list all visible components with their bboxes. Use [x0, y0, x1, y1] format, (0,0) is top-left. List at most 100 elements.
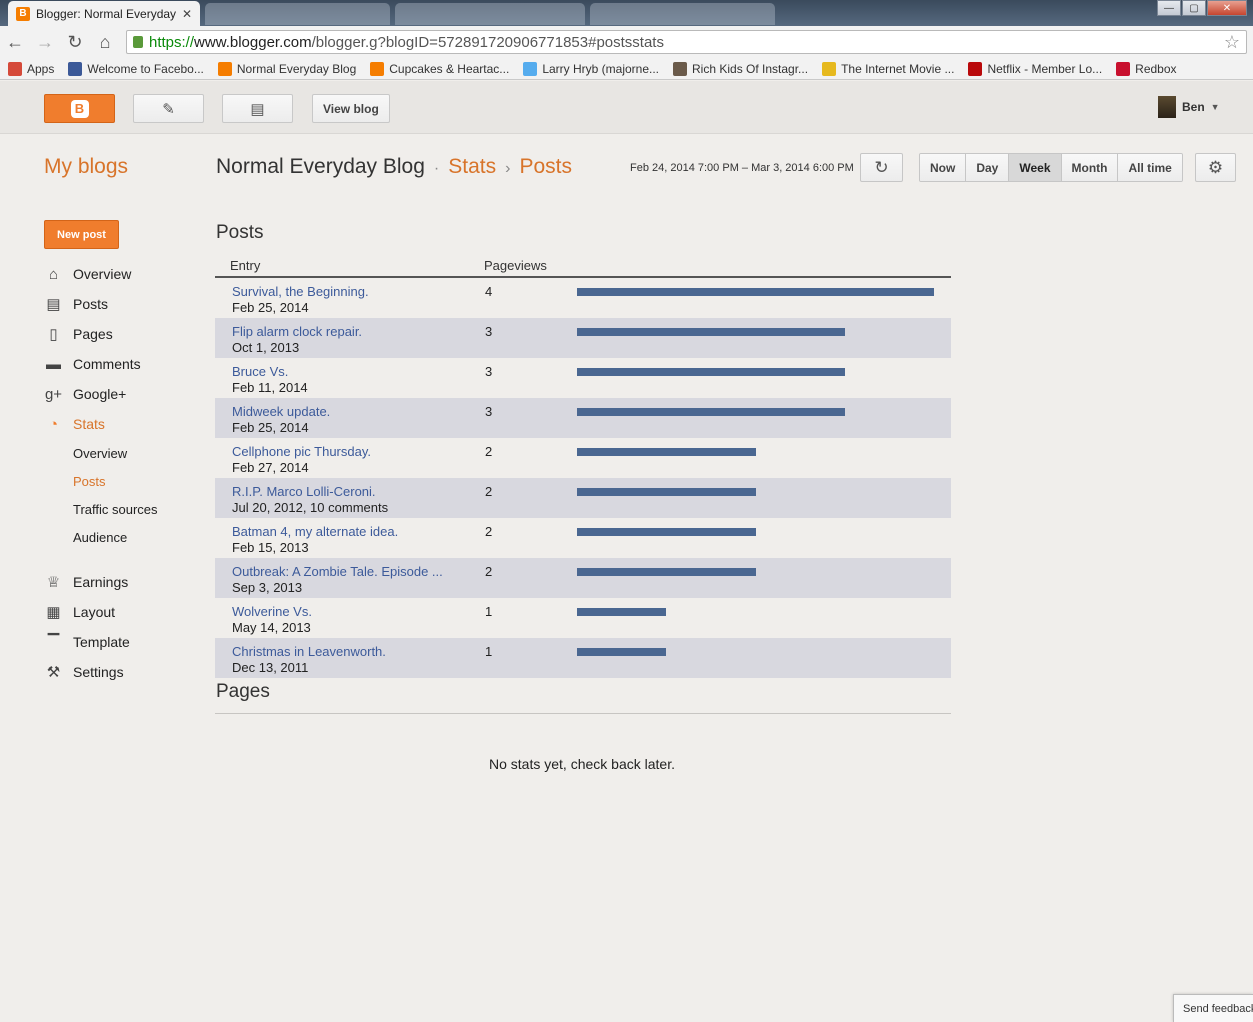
image-icon — [673, 61, 688, 76]
post-title-link[interactable]: Batman 4, my alternate idea. — [232, 524, 398, 539]
sidebar-item-comments[interactable]: ▬ Comments — [44, 349, 204, 379]
browser-tab-inactive[interactable] — [205, 3, 390, 25]
bookmark-label: Redbox — [1135, 61, 1177, 76]
gear-icon: ⚙ — [1207, 157, 1224, 177]
post-title-link[interactable]: Cellphone pic Thursday. — [232, 444, 371, 459]
breadcrumb-separator: › — [505, 160, 511, 177]
table-row: Midweek update. Feb 25, 2014 3 — [215, 398, 951, 438]
bookmark-item[interactable]: Larry Hryb (majorne... — [523, 61, 660, 76]
window-controls: — ▢ ✕ — [1157, 0, 1247, 16]
bookmark-item[interactable]: Redbox — [1116, 61, 1177, 76]
post-title-link[interactable]: Outbreak: A Zombie Tale. Episode ... — [232, 564, 443, 579]
table-body: Survival, the Beginning. Feb 25, 2014 4 Fli… — [215, 278, 951, 678]
range-button-day[interactable]: Day — [965, 154, 1009, 181]
bookmark-item[interactable]: Normal Everyday Blog — [217, 61, 356, 76]
post-title-link[interactable]: Christmas in Leavenworth. — [232, 644, 386, 659]
breadcrumb-separator: · — [433, 160, 440, 177]
pie-chart-icon: ◔ — [48, 415, 59, 433]
home-icon: ⌂ — [48, 265, 59, 283]
bookmark-label: Larry Hryb (majorne... — [542, 61, 660, 76]
new-post-pencil-button[interactable]: ✎ — [133, 94, 204, 123]
sidebar-item-earnings[interactable]: ♕ Earnings — [44, 567, 204, 597]
pageview-count: 2 — [485, 444, 493, 459]
sidebar-item-google[interactable]: g+ Google+ — [44, 379, 204, 409]
range-button-now[interactable]: Now — [920, 154, 966, 181]
minimize-icon[interactable]: — — [1157, 0, 1181, 16]
range-button-all-time[interactable]: All time — [1117, 154, 1182, 181]
sidebar-item-stats[interactable]: ◔ Stats — [44, 409, 204, 439]
view-posts-button[interactable]: ▤ — [222, 94, 293, 123]
send-feedback-button[interactable]: Send feedback — [1173, 994, 1253, 1022]
range-button-week[interactable]: Week — [1008, 154, 1061, 181]
blogger-icon — [370, 61, 385, 76]
bookmark-item[interactable]: Apps — [8, 61, 54, 76]
sidebar-item-template[interactable]: ▔ Template — [44, 627, 204, 657]
refresh-button[interactable]: ↻ — [860, 153, 903, 182]
forward-arrow-icon[interactable]: → — [36, 32, 54, 53]
window-close-icon[interactable]: ✕ — [1207, 0, 1247, 16]
view-blog-button[interactable]: View blog — [312, 94, 390, 123]
browser-tab-inactive[interactable] — [590, 3, 775, 25]
home-icon[interactable]: ⌂ — [96, 32, 114, 53]
pageview-bar — [577, 328, 845, 336]
time-range-selector: Now Day Week Month All time — [919, 153, 1183, 182]
sidebar-item-posts[interactable]: ▤ Posts — [44, 289, 204, 319]
maximize-icon[interactable]: ▢ — [1182, 0, 1206, 16]
sidebar-item-pages[interactable]: ▯ Pages — [44, 319, 204, 349]
pageview-count: 3 — [485, 364, 493, 379]
account-menu[interactable]: Ben ▼ — [1158, 96, 1220, 118]
new-post-button[interactable]: New post — [44, 220, 119, 249]
breadcrumb-stats-link[interactable]: Stats — [448, 155, 496, 179]
sidebar-item-overview[interactable]: ⌂ Overview — [44, 259, 204, 289]
refresh-icon: ↻ — [874, 157, 889, 177]
blogger-favicon-icon: B — [16, 6, 30, 21]
pages-icon: ▯ — [49, 326, 58, 343]
wrench-icon: ⚒ — [46, 664, 61, 681]
bookmark-item[interactable]: The Internet Movie ... — [822, 61, 954, 76]
breadcrumb-blog-name: Normal Everyday Blog — [216, 155, 425, 178]
sidebar-subitem-traffic-sources[interactable]: Traffic sources — [44, 495, 204, 523]
table-header: Entry Pageviews — [215, 257, 951, 278]
sidebar-item-label: Layout — [73, 604, 116, 620]
address-bar[interactable]: https://www.blogger.com/blogger.g?blogID… — [126, 30, 1247, 54]
my-blogs-link[interactable]: My blogs — [44, 155, 128, 179]
post-title-link[interactable]: Wolverine Vs. — [232, 604, 312, 619]
browser-tab-inactive[interactable] — [395, 3, 585, 25]
bookmark-item[interactable]: Netflix - Member Lo... — [968, 61, 1102, 76]
bookmark-star-icon[interactable]: ☆ — [1224, 32, 1240, 53]
browser-tab-active[interactable]: B Blogger: Normal Everyday ✕ — [8, 1, 200, 26]
post-title-link[interactable]: Flip alarm clock repair. — [232, 324, 362, 339]
blogger-home-button[interactable]: B — [44, 94, 115, 123]
sidebar-item-settings[interactable]: ⚒ Settings — [44, 657, 204, 687]
netflix-icon — [968, 61, 983, 76]
redbox-icon — [1116, 61, 1131, 76]
settings-button[interactable]: ⚙ — [1195, 153, 1236, 182]
bookmark-item[interactable]: Cupcakes & Heartac... — [370, 61, 510, 76]
sidebar-subitem-overview[interactable]: Overview — [44, 439, 204, 467]
tab-close-icon[interactable]: ✕ — [182, 7, 192, 21]
bookmark-item[interactable]: Rich Kids Of Instagr... — [673, 61, 808, 76]
sidebar-subitem-posts[interactable]: Posts — [44, 467, 204, 495]
post-title-link[interactable]: R.I.P. Marco Lolli-Ceroni. — [232, 484, 376, 499]
pageview-count: 1 — [485, 644, 493, 659]
reload-icon[interactable]: ↻ — [66, 32, 84, 53]
post-title-link[interactable]: Bruce Vs. — [232, 364, 288, 379]
pages-divider — [215, 713, 951, 714]
back-arrow-icon[interactable]: ← — [6, 32, 24, 53]
post-title-link[interactable]: Survival, the Beginning. — [232, 284, 369, 299]
bookmark-label: Cupcakes & Heartac... — [389, 61, 510, 76]
sidebar-item-layout[interactable]: ▦ Layout — [44, 597, 204, 627]
url-text: https://www.blogger.com/blogger.g?blogID… — [149, 33, 664, 51]
pageview-bar — [577, 648, 666, 656]
post-date: Feb 11, 2014 — [232, 380, 308, 395]
sidebar-item-label: Pages — [73, 326, 113, 342]
bookmark-item[interactable]: Welcome to Facebo... — [68, 61, 204, 76]
sidebar-subitem-audience[interactable]: Audience — [44, 523, 204, 551]
column-header-entry: Entry — [230, 258, 261, 273]
range-button-month[interactable]: Month — [1060, 154, 1118, 181]
chevron-down-icon: ▼ — [1210, 102, 1220, 112]
sidebar-nav: ⌂ Overview ▤ Posts ▯ Pages ▬ Comments g+ Google+ ◔… — [44, 259, 204, 687]
sidebar-item-label: Comments — [73, 356, 141, 372]
post-title-link[interactable]: Midweek update. — [232, 404, 330, 419]
post-date: Feb 15, 2013 — [232, 540, 309, 555]
